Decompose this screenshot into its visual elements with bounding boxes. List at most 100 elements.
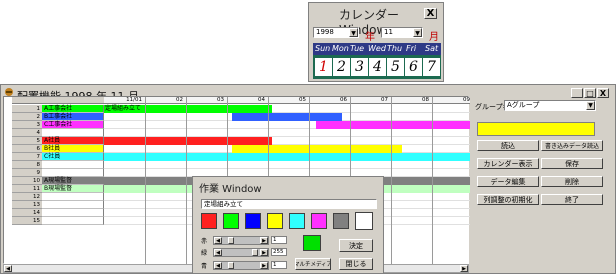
row-name[interactable] [42, 201, 104, 209]
row-number: 10 [12, 177, 42, 185]
blue-value-field[interactable]: 1 [271, 261, 287, 269]
reset-columns-button[interactable]: 列調整の初期化 [477, 194, 539, 205]
arrow-right-icon[interactable]: ▶ [260, 262, 268, 269]
row-number: 6 [12, 145, 42, 153]
chevron-down-icon[interactable]: ▼ [413, 28, 422, 37]
chevron-down-icon[interactable]: ▼ [586, 101, 595, 110]
year-value: 1998 [316, 28, 334, 36]
row-name[interactable]: B工事会社 [42, 113, 104, 121]
row-name[interactable]: A工事会社 [42, 105, 104, 113]
chevron-down-icon[interactable]: ▼ [349, 28, 358, 37]
day-header: 06 [340, 97, 347, 103]
blue-slider[interactable]: ◀ ▶ [213, 261, 269, 270]
color-swatch-cyan[interactable] [289, 213, 305, 229]
slider-thumb[interactable] [228, 262, 234, 269]
slider-thumb[interactable] [252, 249, 258, 256]
maximize-button[interactable]: □ [584, 88, 596, 98]
schedule-bar[interactable] [104, 137, 272, 145]
scroll-right-icon[interactable]: ▶ [460, 265, 468, 272]
schedule-bar[interactable] [232, 113, 342, 121]
row-name[interactable]: C社員 [42, 153, 104, 161]
schedule-bar[interactable] [104, 153, 470, 161]
row-name[interactable] [42, 193, 104, 201]
scroll-left-icon[interactable]: ◀ [4, 265, 12, 272]
day-header: 09 [463, 97, 470, 103]
row-name[interactable] [42, 217, 104, 225]
color-swatch-white[interactable] [355, 212, 373, 230]
red-value-field[interactable]: 1 [271, 236, 287, 244]
multimedia-button[interactable]: マルチメディア [295, 258, 331, 270]
day-cell[interactable]: 2 [333, 58, 350, 76]
month-value: 11 [384, 28, 393, 36]
red-slider[interactable]: ◀ ▶ [213, 236, 269, 245]
row-name[interactable]: B社員 [42, 145, 104, 153]
row-name[interactable] [42, 209, 104, 217]
day-cell[interactable]: 3 [351, 58, 368, 76]
month-unit: 月 [429, 32, 439, 43]
calendar-days: 1 2 3 4 5 6 7 [313, 55, 441, 79]
row-name[interactable]: C工事会社 [42, 121, 104, 129]
row-number: 3 [12, 121, 42, 129]
weekday-label: Sat [425, 44, 439, 53]
row-name[interactable]: A社員 [42, 137, 104, 145]
arrow-left-icon[interactable]: ◀ [214, 249, 222, 256]
month-select[interactable]: 11 ▼ [381, 27, 423, 38]
slider-label-blue: 青 [201, 263, 208, 270]
row-name[interactable]: A現場監督 [42, 177, 104, 185]
arrow-left-icon[interactable]: ◀ [214, 262, 222, 269]
row-name[interactable]: B現場監督 [42, 185, 104, 193]
color-swatch-green[interactable] [223, 213, 239, 229]
year-select[interactable]: 1998 ▼ [313, 27, 359, 38]
close-button[interactable]: 閉じる [339, 258, 373, 270]
load-write-data-button[interactable]: 書き込みデータ読込 [541, 140, 603, 151]
slider-thumb[interactable] [228, 237, 234, 244]
color-preview [303, 235, 321, 251]
day-header: 11/01 [126, 97, 142, 103]
data-edit-button[interactable]: データ編集 [477, 176, 539, 187]
arrow-left-icon[interactable]: ◀ [214, 237, 222, 244]
row-number: 1 [12, 105, 42, 113]
row-name[interactable] [42, 129, 104, 137]
day-divider [186, 97, 187, 265]
day-cell[interactable]: 6 [405, 58, 422, 76]
schedule-bar[interactable] [316, 121, 470, 129]
color-swatch-magenta[interactable] [311, 213, 327, 229]
work-text-value: 定場組み立て [204, 200, 243, 208]
row-name[interactable] [42, 161, 104, 169]
arrow-right-icon[interactable]: ▶ [260, 237, 268, 244]
row-name[interactable] [42, 169, 104, 177]
weekday-label: Mon [332, 44, 349, 53]
green-slider[interactable]: ◀ ▶ [213, 248, 269, 257]
work-text-input[interactable]: 定場組み立て [201, 199, 377, 209]
group-select[interactable]: Aグループ ▼ [504, 100, 596, 111]
row-number: 11 [12, 185, 42, 193]
minimize-button[interactable]: _ [571, 88, 583, 98]
arrow-right-icon[interactable]: ▶ [260, 249, 268, 256]
weekday-label: Wed [368, 44, 386, 53]
day-cell[interactable]: 1 [315, 58, 332, 76]
exit-button[interactable]: 終了 [541, 194, 603, 205]
weekday-label: Fri [406, 44, 417, 53]
color-swatch-red[interactable] [201, 213, 217, 229]
load-button[interactable]: 読込 [477, 140, 539, 151]
ok-button[interactable]: 決定 [339, 239, 373, 252]
calendar-display-button[interactable]: カレンダー表示 [477, 158, 539, 169]
save-button[interactable]: 保存 [541, 158, 603, 169]
day-header: 05 [299, 97, 306, 103]
row-number: 2 [12, 113, 42, 121]
delete-button[interactable]: 削除 [541, 176, 603, 187]
color-swatch-blue[interactable] [245, 213, 261, 229]
day-cell[interactable]: 4 [369, 58, 386, 76]
close-button[interactable]: X [597, 88, 609, 98]
color-swatch-yellow[interactable] [267, 213, 283, 229]
bar-label: 定場組み立て [105, 105, 142, 112]
day-cell[interactable]: 5 [387, 58, 404, 76]
color-swatch-gray[interactable] [333, 213, 349, 229]
day-cell[interactable]: 7 [423, 58, 440, 76]
schedule-bar[interactable] [232, 145, 402, 153]
grid-corner [12, 97, 104, 104]
year-unit: 年 [365, 32, 375, 43]
calendar-close-button[interactable]: X [424, 8, 437, 19]
green-value-field[interactable]: 255 [271, 248, 287, 256]
group-color-display [477, 122, 595, 136]
